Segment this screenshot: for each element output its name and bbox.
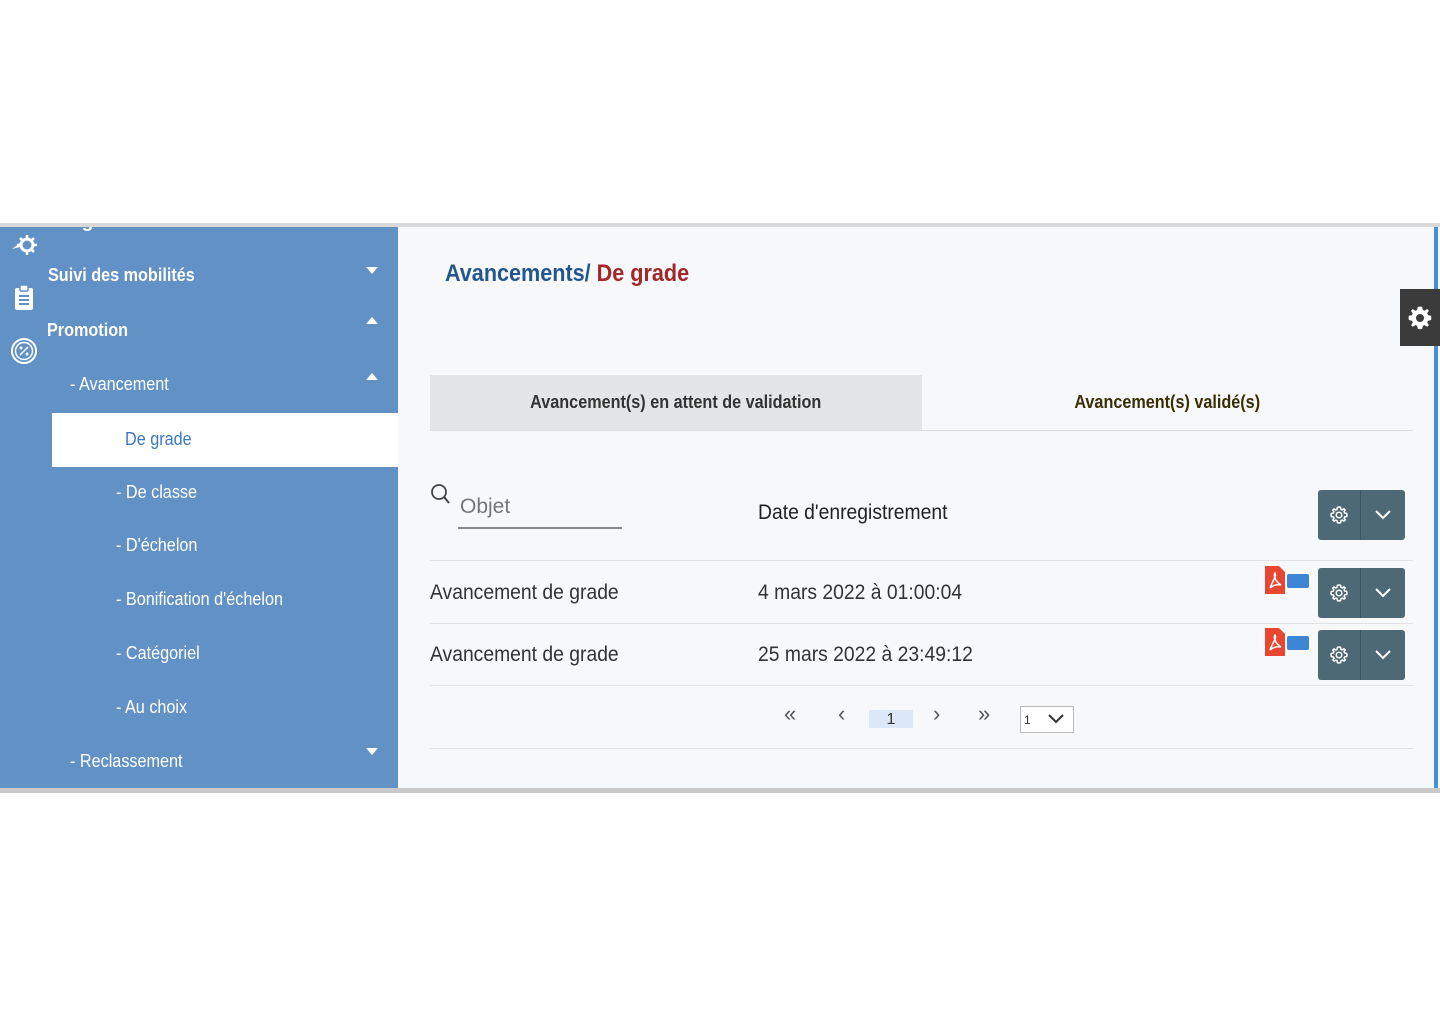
- sidebar-item-bonification-echelon[interactable]: - Bonification d'échelon: [116, 589, 283, 610]
- header-actions-button[interactable]: [1318, 490, 1405, 540]
- table-row[interactable]: Avancement de grade 4 mars 2022 à 01:00:…: [430, 562, 1413, 624]
- column-header-date[interactable]: Date d'enregistrement: [758, 501, 947, 525]
- chevron-down-icon[interactable]: [366, 267, 378, 274]
- sidebar-item-suivi-mobilites[interactable]: Suivi des mobilités: [48, 265, 195, 286]
- search-icon: [431, 484, 450, 504]
- sidebar-item-promotion[interactable]: Promotion: [47, 320, 128, 341]
- gear-icon: [1330, 646, 1348, 664]
- sidebar-item-au-choix[interactable]: - Au choix: [116, 697, 187, 718]
- pdf-icon[interactable]: [1265, 566, 1285, 594]
- settings-button[interactable]: [1318, 630, 1361, 680]
- percent-badge-icon: [11, 338, 37, 364]
- tab-bar: Avancement(s) en attent de validation Av…: [430, 375, 1413, 431]
- dropdown-toggle[interactable]: [1361, 630, 1405, 680]
- row-date: 4 mars 2022 à 01:00:04: [758, 581, 963, 604]
- sidebar-item-d-echelon[interactable]: - D'échelon: [116, 535, 197, 556]
- pagination: « ‹ 1 › » 1: [430, 685, 1413, 749]
- dropdown-toggle[interactable]: [1361, 568, 1405, 618]
- sidebar-item-de-grade[interactable]: De grade: [52, 413, 398, 467]
- main-content: Avancements/ De grade Avancement(s) en a…: [398, 227, 1440, 788]
- breadcrumb-current: De grade: [590, 260, 690, 287]
- chevron-up-icon[interactable]: [366, 317, 378, 324]
- message-icon[interactable]: [1287, 574, 1309, 588]
- breadcrumb-root[interactable]: Avancements/: [445, 260, 591, 287]
- sidebar: Intégration Suivi des mobilités Promotio…: [0, 227, 398, 788]
- app-frame: Intégration Suivi des mobilités Promotio…: [0, 223, 1440, 793]
- settings-button[interactable]: [1318, 568, 1361, 618]
- chevron-down-icon[interactable]: [366, 748, 378, 755]
- chevron-down-icon: [1048, 714, 1064, 724]
- row-actions-button[interactable]: [1318, 630, 1405, 680]
- sidebar-item-reclassement[interactable]: - Reclassement: [70, 751, 183, 772]
- gear-icon: [1408, 306, 1432, 329]
- dropdown-toggle[interactable]: [1361, 490, 1405, 540]
- tab-validated[interactable]: Avancement(s) validé(s): [922, 375, 1413, 430]
- row-actions-button[interactable]: [1318, 568, 1405, 618]
- tab-pending-validation[interactable]: Avancement(s) en attent de validation: [430, 375, 922, 430]
- table-header: Date d'enregistrement: [430, 467, 1413, 561]
- row-objet: Avancement de grade: [430, 643, 619, 666]
- gear-icon: [1330, 584, 1348, 602]
- sidebar-item-label: De grade: [125, 429, 192, 449]
- page-size-value: 1: [1024, 713, 1031, 727]
- search-input[interactable]: [458, 487, 622, 529]
- prev-page-button[interactable]: ‹: [838, 701, 845, 727]
- settings-panel-toggle[interactable]: [1400, 289, 1440, 346]
- last-page-button[interactable]: »: [978, 701, 990, 727]
- row-objet: Avancement de grade: [430, 581, 619, 604]
- first-page-button[interactable]: «: [784, 701, 796, 727]
- settings-button[interactable]: [1318, 490, 1361, 540]
- next-page-button[interactable]: ›: [933, 701, 940, 727]
- chevron-down-icon: [1375, 588, 1391, 598]
- current-page[interactable]: 1: [869, 710, 913, 728]
- page-size-select[interactable]: 1: [1020, 706, 1074, 733]
- sidebar-item-categoriel[interactable]: - Catégoriel: [116, 643, 200, 664]
- chevron-down-icon: [1375, 510, 1391, 520]
- clipboard-icon: [15, 284, 33, 310]
- page-title: Avancements/ De grade: [445, 260, 689, 288]
- sidebar-item-de-classe[interactable]: - De classe: [116, 482, 197, 503]
- message-icon[interactable]: [1287, 636, 1309, 650]
- row-date: 25 mars 2022 à 23:49:12: [758, 643, 973, 666]
- sidebar-item-avancement[interactable]: - Avancement: [70, 374, 169, 395]
- sidebar-item-integration-label: Intégration: [48, 227, 146, 233]
- chevron-up-icon[interactable]: [366, 373, 378, 380]
- gear-icon: [1330, 506, 1348, 524]
- chevron-down-icon: [1375, 650, 1391, 660]
- table-row[interactable]: Avancement de grade 25 mars 2022 à 23:49…: [430, 624, 1413, 686]
- pdf-icon[interactable]: [1265, 628, 1285, 656]
- gear-arrow-icon: [12, 235, 37, 255]
